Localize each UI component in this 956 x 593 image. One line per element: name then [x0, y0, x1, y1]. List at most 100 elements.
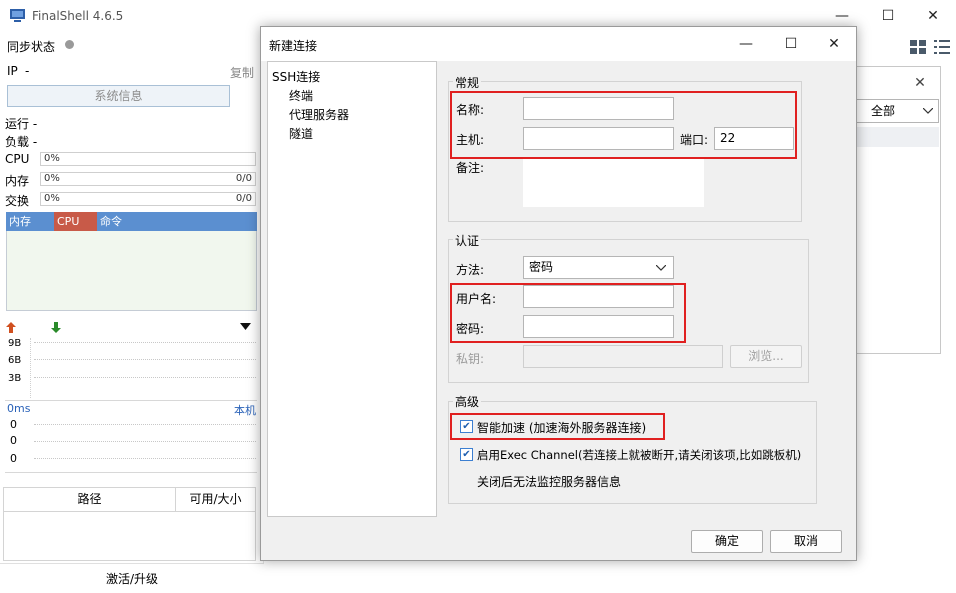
- net-scale-label: 9B: [8, 338, 22, 349]
- download-arrow-icon: [51, 322, 61, 333]
- disk-col-path[interactable]: 路径: [4, 488, 176, 512]
- port-input[interactable]: 22: [714, 127, 794, 150]
- process-col-cpu[interactable]: CPU: [54, 212, 97, 231]
- maximize-icon[interactable]: ☐: [776, 32, 806, 56]
- close-icon[interactable]: ✕: [910, 73, 930, 93]
- close-icon[interactable]: ✕: [910, 0, 956, 32]
- net-scale-label: 3B: [8, 373, 22, 384]
- settings-tree: SSH连接 终端 代理服务器 隧道: [267, 61, 437, 517]
- dialog-title-bar: [261, 27, 856, 61]
- app-title: FinalShell 4.6.5: [32, 9, 124, 23]
- smart-accel-label: 智能加速 (加速海外服务器连接): [477, 421, 647, 435]
- app-logo-icon: [10, 9, 25, 22]
- grid-line: [34, 424, 256, 425]
- private-key-label: 私钥:: [456, 352, 485, 366]
- new-connection-dialog: 新建连接 — ☐ ✕ SSH连接 终端 代理服务器 隧道 常规 名称: 主机: …: [260, 26, 857, 561]
- name-label: 名称:: [456, 103, 485, 117]
- grid-line: [34, 342, 256, 343]
- upload-arrow-icon: [6, 322, 16, 333]
- load-status: 负载 -: [5, 135, 38, 149]
- left-panel: 同步状态 IP - 复制 系统信息 运行 - 负载 - CPU 0% 内存 0%…: [0, 32, 264, 593]
- browse-button[interactable]: 浏览...: [730, 345, 802, 368]
- general-group-title: 常规: [453, 74, 482, 91]
- username-label: 用户名:: [456, 292, 497, 306]
- process-col-command[interactable]: 命令: [97, 212, 257, 231]
- memory-ratio: 0/0: [235, 173, 252, 184]
- disk-col-size[interactable]: 可用/大小: [176, 488, 255, 512]
- net-scale-label: 6B: [8, 355, 22, 366]
- swap-ratio: 0/0: [235, 193, 252, 204]
- dropdown-arrow-icon[interactable]: [240, 323, 251, 331]
- name-input[interactable]: [523, 97, 674, 120]
- chart-axis: [30, 338, 31, 398]
- grid-line: [34, 441, 256, 442]
- grid-view-icon[interactable]: [910, 40, 926, 54]
- divider: [5, 400, 257, 401]
- latency-value: 0ms: [7, 402, 31, 415]
- password-label: 密码:: [456, 322, 485, 336]
- background-window: ✕ 全部: [855, 66, 941, 354]
- minimize-icon[interactable]: —: [731, 32, 761, 56]
- grid-line: [34, 359, 256, 360]
- process-col-memory[interactable]: 内存: [6, 212, 54, 231]
- disk-table: 路径 可用/大小: [3, 487, 256, 561]
- host-input[interactable]: [523, 127, 674, 150]
- chevron-down-icon: [923, 108, 933, 114]
- smart-accel-checkbox[interactable]: ✔: [460, 420, 473, 433]
- auth-method-value: 密码: [529, 260, 554, 274]
- swap-bar: 0% 0/0: [40, 192, 256, 206]
- ip-label: IP: [7, 64, 18, 78]
- process-table-body[interactable]: [6, 231, 257, 311]
- port-label: 端口:: [680, 133, 709, 147]
- list-view-icon[interactable]: [934, 40, 950, 54]
- swap-label: 交换: [5, 194, 30, 208]
- latency-host[interactable]: 本机: [234, 402, 256, 418]
- system-info-button[interactable]: 系统信息: [7, 85, 230, 107]
- filter-select-value: 全部: [871, 104, 896, 118]
- exec-channel-note: 关闭后无法监控服务器信息: [477, 475, 622, 489]
- dialog-title: 新建连接: [269, 39, 318, 53]
- note-textarea[interactable]: [523, 159, 704, 207]
- cpu-value: 0%: [44, 153, 60, 164]
- memory-label: 内存: [5, 174, 30, 188]
- activate-upgrade-button[interactable]: 激活/升级: [0, 563, 264, 593]
- grid-line: [34, 377, 256, 378]
- exec-channel-checkbox[interactable]: ✔: [460, 448, 473, 461]
- run-status: 运行 -: [5, 117, 38, 131]
- tree-item-tunnel[interactable]: 隧道: [289, 125, 313, 142]
- memory-value: 0%: [44, 173, 60, 184]
- username-input[interactable]: [523, 285, 674, 308]
- chevron-down-icon: [656, 265, 666, 271]
- tree-item-proxy[interactable]: 代理服务器: [289, 106, 349, 123]
- ok-button[interactable]: 确定: [691, 530, 763, 553]
- list-row[interactable]: [855, 127, 939, 147]
- ip-value: -: [25, 64, 30, 78]
- divider: [5, 472, 257, 473]
- private-key-input: [523, 345, 723, 368]
- sync-status-label: 同步状态: [7, 40, 56, 54]
- tree-item-ssh[interactable]: SSH连接: [272, 68, 320, 85]
- close-icon[interactable]: ✕: [819, 32, 849, 56]
- tree-item-terminal[interactable]: 终端: [289, 87, 313, 104]
- cpu-bar: 0%: [40, 152, 256, 166]
- note-label: 备注:: [456, 161, 485, 175]
- filter-select[interactable]: 全部: [855, 99, 939, 123]
- auth-method-select[interactable]: 密码: [523, 256, 674, 279]
- latency-scale: 0: [10, 452, 17, 465]
- memory-bar: 0% 0/0: [40, 172, 256, 186]
- sync-status-dot-icon: [65, 40, 74, 49]
- process-table-header: 内存 CPU 命令: [6, 212, 257, 231]
- copy-button[interactable]: 复制: [230, 64, 254, 81]
- latency-scale: 0: [10, 434, 17, 447]
- maximize-icon[interactable]: ☐: [865, 0, 911, 32]
- method-label: 方法:: [456, 263, 485, 277]
- cpu-label: CPU: [5, 152, 30, 166]
- exec-channel-label: 启用Exec Channel(若连接上就被断开,请关闭该项,比如跳板机): [477, 448, 802, 462]
- latency-scale: 0: [10, 418, 17, 431]
- grid-line: [34, 458, 256, 459]
- advanced-group-title: 高级: [453, 393, 482, 410]
- host-label: 主机:: [456, 133, 485, 147]
- cancel-button[interactable]: 取消: [770, 530, 842, 553]
- auth-group-title: 认证: [453, 232, 482, 249]
- password-input[interactable]: [523, 315, 674, 338]
